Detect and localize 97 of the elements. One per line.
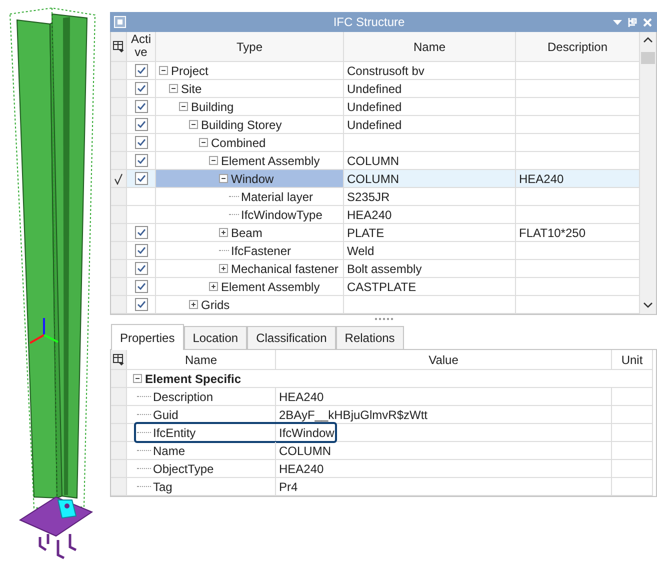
checkbox[interactable] [134, 64, 148, 77]
column-chooser-icon[interactable] [112, 353, 125, 366]
checkbox[interactable] [134, 244, 148, 257]
property-row[interactable]: Tag Pr4 [111, 478, 656, 496]
property-row[interactable]: IfcEntity IfcWindow [111, 424, 656, 442]
tab[interactable]: Classification [247, 326, 336, 349]
table-cell: S235JR [347, 190, 390, 204]
tab[interactable]: Relations [336, 326, 404, 349]
property-row[interactable]: Guid 2BAyF__kHBjuGlmvR$zWtt [111, 406, 656, 424]
table-cell: COLUMN [347, 172, 400, 186]
table-cell: FLAT10*250 [519, 226, 586, 240]
current-row-icon [114, 172, 123, 184]
close-icon[interactable] [642, 16, 653, 28]
property-name: Description [153, 390, 214, 404]
checkbox[interactable] [134, 280, 148, 293]
property-value: HEA240 [279, 462, 324, 476]
expand-icon[interactable] [219, 228, 228, 237]
tree-item-label: Beam [231, 226, 262, 240]
tree-item-label: Material layer [241, 190, 314, 204]
pin-icon[interactable] [627, 16, 638, 28]
table-cell: Undefined [347, 118, 402, 132]
tree-row[interactable]: IfcFastener Weld [111, 242, 640, 260]
property-name: ObjectType [153, 462, 214, 476]
property-value: IfcWindow [279, 426, 334, 440]
table-cell: COLUMN [347, 154, 400, 168]
tab[interactable]: Location [184, 326, 248, 349]
table-cell: Bolt assembly [347, 262, 422, 276]
tree-row[interactable]: Site Undefined [111, 80, 640, 98]
checkbox[interactable] [134, 298, 148, 311]
tree-row[interactable]: Combined [111, 134, 640, 152]
tree-item-label: Grids [201, 298, 230, 312]
tree-item-label: Combined [211, 136, 266, 150]
splitter-grip[interactable] [374, 317, 392, 321]
property-name: Guid [153, 408, 178, 422]
tree-row[interactable]: Beam PLATE FLAT10*250 [111, 224, 640, 242]
checkbox[interactable] [134, 118, 148, 131]
property-name: Tag [153, 480, 172, 494]
tree-row[interactable]: Building Storey Undefined [111, 116, 640, 134]
table-cell: Undefined [347, 100, 402, 114]
tree-row[interactable]: Element Assembly COLUMN [111, 152, 640, 170]
expand-icon[interactable] [209, 282, 218, 291]
expand-icon[interactable] [219, 264, 228, 273]
collapse-icon[interactable] [179, 102, 188, 111]
property-value: Pr4 [279, 480, 298, 494]
tree-row[interactable]: Material layer S235JR [111, 188, 640, 206]
property-row[interactable]: Description HEA240 [111, 388, 656, 406]
tree-row[interactable]: Building Undefined [111, 98, 640, 116]
expand-icon[interactable] [189, 300, 198, 309]
property-value: HEA240 [279, 390, 324, 404]
collapse-icon[interactable] [189, 120, 198, 129]
property-value: COLUMN [279, 444, 332, 458]
tree-item-label: IfcWindowType [241, 208, 322, 222]
tree-row[interactable]: Project Construsoft bv [111, 62, 640, 80]
table-cell: HEA240 [347, 208, 392, 222]
property-row[interactable]: Name COLUMN [111, 442, 656, 460]
panel-title: IFC Structure [332, 15, 406, 29]
tree-item-label: Site [181, 82, 202, 96]
checkbox[interactable] [134, 154, 148, 167]
group-label: Element Specific [145, 372, 242, 386]
collapse-icon[interactable] [159, 66, 168, 75]
checkbox[interactable] [134, 82, 148, 95]
tree-row[interactable]: Grids [111, 296, 640, 314]
checkbox[interactable] [134, 262, 148, 275]
table-cell: CASTPLATE [347, 280, 416, 294]
table-cell: Construsoft bv [347, 64, 424, 78]
collapse-icon[interactable] [219, 174, 228, 183]
tree-item-label: Window [231, 172, 274, 186]
tab[interactable]: Properties [111, 324, 184, 350]
property-row[interactable]: ObjectType HEA240 [111, 460, 656, 478]
property-name: Name [153, 444, 186, 458]
tree-item-label: Element Assembly [221, 154, 320, 168]
tree-item-label: IfcFastener [231, 244, 292, 258]
checkbox[interactable] [134, 136, 148, 149]
tree-item-label: Building Storey [201, 118, 282, 132]
tree-row[interactable]: Element Assembly CASTPLATE [111, 278, 640, 296]
tree-row[interactable]: Window COLUMN HEA240 [111, 170, 640, 188]
tree-item-label: Element Assembly [221, 280, 320, 294]
table-cell: PLATE [347, 226, 384, 240]
property-value: 2BAyF__kHBjuGlmvR$zWtt [279, 408, 428, 422]
tree-row[interactable]: Mechanical fastener Bolt assembly [111, 260, 640, 278]
table-cell: Weld [347, 244, 374, 258]
table-cell: HEA240 [519, 172, 564, 186]
checkbox[interactable] [134, 172, 148, 185]
tree-item-label: Project [171, 64, 208, 78]
collapse-icon[interactable] [169, 84, 178, 93]
collapse-icon[interactable] [199, 138, 208, 147]
tree-row[interactable]: IfcWindowType HEA240 [111, 206, 640, 224]
tree-item-label: Building [191, 100, 234, 114]
checkbox[interactable] [134, 100, 148, 113]
collapse-icon[interactable] [133, 374, 142, 383]
table-cell: Undefined [347, 82, 402, 96]
tree-item-label: Mechanical fastener [231, 262, 338, 276]
checkbox[interactable] [134, 226, 148, 239]
property-name: IfcEntity [153, 426, 196, 440]
property-group-row[interactable]: Element Specific [111, 370, 656, 388]
column-chooser-icon[interactable] [112, 40, 125, 53]
collapse-icon[interactable] [209, 156, 218, 165]
